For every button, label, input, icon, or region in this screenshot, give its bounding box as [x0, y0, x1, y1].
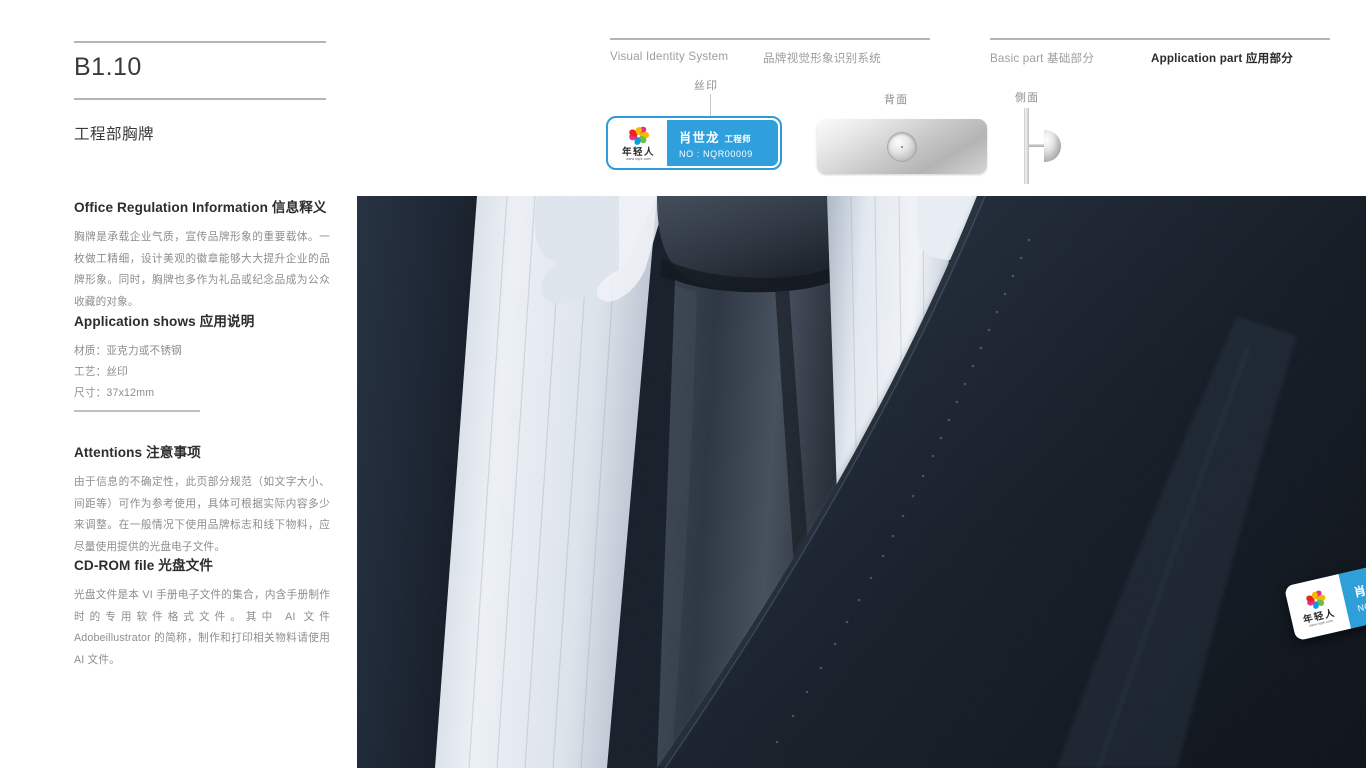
- section-heading-attentions: Attentions 注意事项: [74, 445, 201, 460]
- spec-material: 材质：亚克力或不锈钢: [74, 345, 182, 357]
- badge-serial-number: NO : NQR00009: [679, 149, 753, 159]
- callout-label-silkscreen: 丝印: [694, 80, 719, 92]
- photo-illustration: [357, 196, 1366, 768]
- badge-person-name: 肖世龙: [1352, 577, 1366, 600]
- section-cdrom-file: CD-ROM file 光盘文件 光盘文件是本 VI 手册电子文件的集合，内含手…: [74, 554, 330, 671]
- suit-photograph: 年轻人 www.nqrk.com 肖世龙 工程师 NO : NQR00009: [357, 196, 1366, 768]
- section-attentions: Attentions 注意事项 由于信息的不确定性，此页部分规范（如文字大小、间…: [74, 441, 330, 558]
- section-application-shows: Application shows 应用说明 材质：亚克力或不锈钢 工艺：丝印 …: [74, 310, 330, 404]
- left-column: B1.10 工程部胸牌 Office Regulation Informatio…: [74, 0, 330, 768]
- pinwheel-logo-icon: [625, 125, 652, 147]
- section-heading-application: Application shows 应用说明: [74, 314, 255, 329]
- page-code: B1.10: [74, 53, 142, 81]
- callout-label-side: 側面: [1015, 92, 1040, 104]
- code-divider-rule: [74, 98, 326, 100]
- mid-divider-rule: [74, 410, 200, 412]
- section-office-regulation: Office Regulation Information 信息释义 胸牌是承载…: [74, 196, 330, 313]
- header-rule-right: [990, 38, 1330, 40]
- header-vis-en: Visual Identity System: [610, 50, 729, 63]
- header-basic-part: Basic part 基础部分: [990, 52, 1095, 65]
- callout-label-back: 背面: [884, 94, 909, 106]
- header-rule-left: [610, 38, 930, 40]
- badge-person-role: 工程师: [724, 134, 752, 144]
- badge-logo-url: www.nqrk.com: [626, 157, 651, 162]
- badge-logo-pane: 年轻人 www.nqrk.com: [610, 120, 667, 166]
- side-dome-icon: [1044, 130, 1061, 162]
- spec-process: 工艺：丝印: [74, 365, 128, 378]
- section-body-office: 胸牌是承载企业气质，宣传品牌形象的重要载体。一枚做工精细，设计美观的徽章能够大大…: [74, 231, 330, 308]
- section-heading-cdrom: CD-ROM file 光盘文件: [74, 558, 214, 573]
- section-body-cdrom: 光盘文件是本 VI 手册电子文件的集合，内含手册制作时的专用软件格式文件。其中 …: [74, 589, 330, 666]
- top-divider-rule: [74, 41, 326, 43]
- magnet-button-icon: [888, 132, 916, 161]
- badge-logo-text: 年轻人: [621, 146, 655, 158]
- header-vis-cn: 品牌视觉形象识别系统: [763, 52, 881, 65]
- spec-size: 尺寸：37x12mm: [74, 386, 155, 399]
- section-heading-office: Office Regulation Information 信息释义: [74, 200, 327, 215]
- badge-info-pane: 肖世龙 工程师 NO : NQR00009: [667, 120, 778, 166]
- callout-leader-line: [710, 94, 711, 116]
- badge-back-mockup: [817, 119, 987, 174]
- vi-manual-page: B1.10 工程部胸牌 Office Regulation Informatio…: [0, 0, 1366, 768]
- badge-person-name: 肖世龙: [679, 131, 720, 145]
- section-body-attentions: 由于信息的不确定性，此页部分规范（如文字大小、间距等）可作为参考使用，具体可根据…: [74, 476, 330, 553]
- page-title: 工程部胸牌: [74, 126, 155, 143]
- badge-front-mockup: 年轻人 www.nqrk.com 肖世龙 工程师 NO : NQR00009: [606, 116, 782, 170]
- header-application-part: Application part 应用部分: [1151, 52, 1294, 65]
- badge-side-mockup: [1022, 108, 1068, 184]
